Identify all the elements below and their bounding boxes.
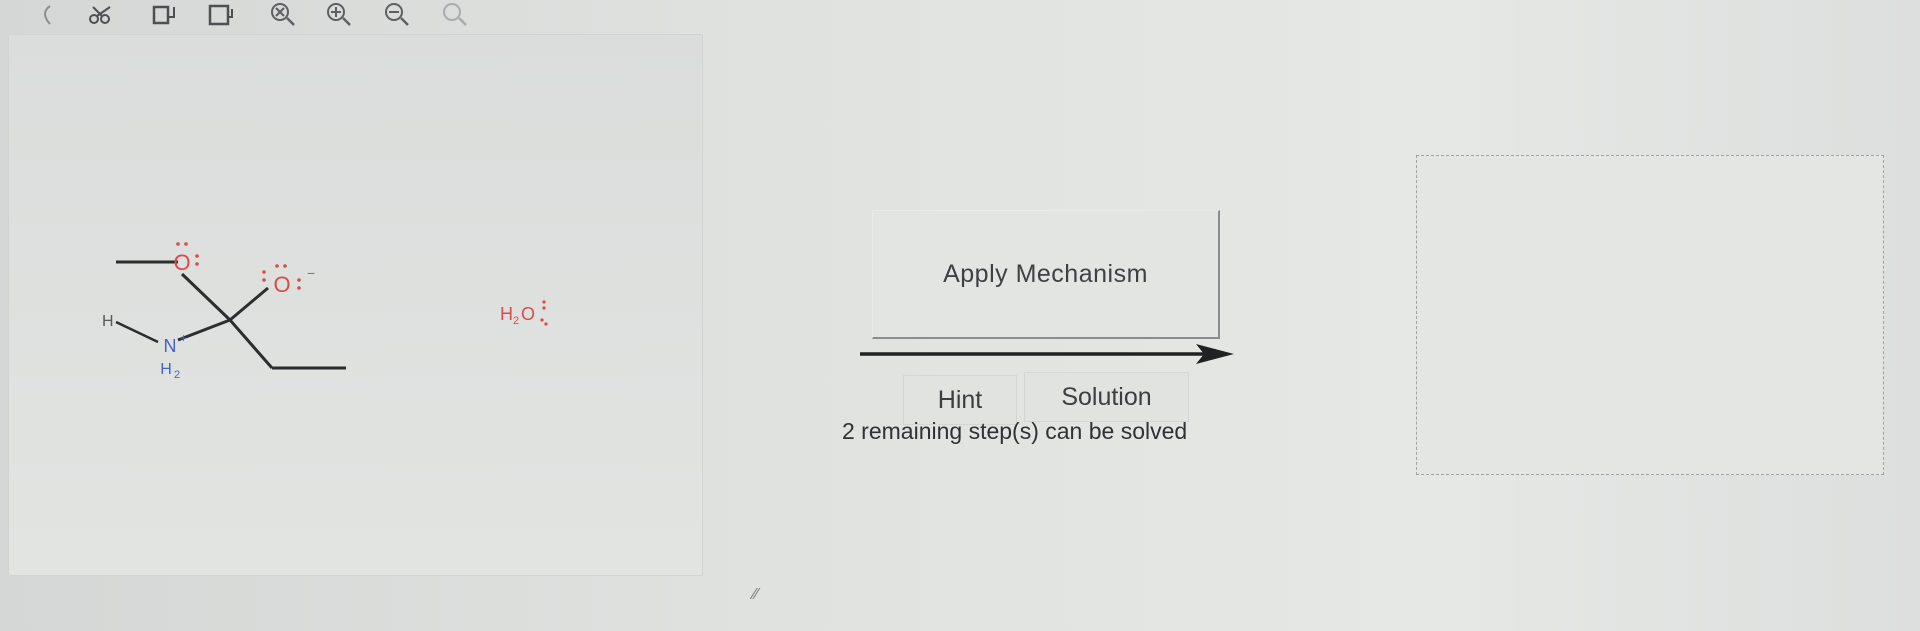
product-canvas[interactable] bbox=[1416, 155, 1884, 475]
oxygen-atom-alkoxide[interactable]: O bbox=[273, 272, 290, 297]
solution-button[interactable]: Solution bbox=[1024, 372, 1189, 422]
amine-hydrogens-label: H bbox=[160, 361, 172, 378]
reactant-molecule[interactable]: O O − H N + H 2 bbox=[100, 230, 370, 390]
copy-icon[interactable] bbox=[144, 0, 180, 30]
zoom-reset-icon[interactable] bbox=[438, 0, 474, 30]
clear-icon[interactable] bbox=[266, 0, 302, 30]
nitrogen-atom[interactable]: N bbox=[164, 336, 177, 356]
amine-hydrogens-subscript: 2 bbox=[174, 369, 180, 381]
cut-icon[interactable] bbox=[84, 0, 120, 30]
resize-handle-icon[interactable]: ⁄⁄ bbox=[753, 586, 758, 604]
hydrogen-atom[interactable]: H bbox=[102, 313, 114, 330]
remaining-steps-text: 2 remaining step(s) can be solved bbox=[842, 418, 1188, 444]
water-molecule[interactable]: H 2 O bbox=[498, 292, 578, 332]
oxygen-atom-methoxy[interactable]: O bbox=[173, 250, 190, 275]
drawing-toolbar bbox=[0, 0, 520, 34]
paste-icon[interactable] bbox=[202, 0, 238, 30]
zoom-out-icon[interactable] bbox=[380, 0, 416, 30]
water-hydrogen-subscript: 2 bbox=[513, 315, 519, 327]
zoom-in-icon[interactable] bbox=[322, 0, 358, 30]
apply-mechanism-button[interactable]: Apply Mechanism bbox=[872, 210, 1220, 339]
water-hydrogen-label: H bbox=[500, 304, 513, 324]
alkoxide-charge: − bbox=[307, 265, 315, 281]
water-oxygen-label: O bbox=[521, 304, 535, 324]
nitrogen-charge: + bbox=[180, 331, 187, 345]
reaction-arrow-icon bbox=[860, 344, 1234, 364]
undo-icon[interactable] bbox=[28, 0, 64, 30]
